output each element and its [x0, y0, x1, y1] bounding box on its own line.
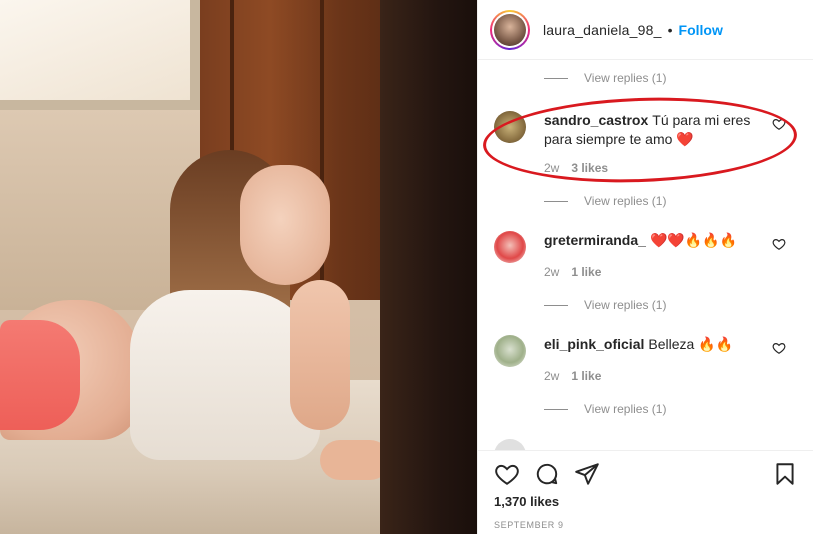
commenter-avatar[interactable]	[494, 439, 526, 450]
view-replies-label: View replies (1)	[584, 71, 667, 85]
avatar-inner	[492, 11, 528, 48]
post-header: laura_daniela_98_ • Follow	[478, 0, 813, 60]
photo-arm	[290, 280, 350, 430]
view-replies-link[interactable]: View replies (1)	[544, 71, 666, 85]
commenter-username[interactable]: eli_pink_oficial	[544, 336, 644, 352]
follow-button[interactable]: Follow	[679, 22, 723, 38]
comment-age[interactable]: 2w	[544, 369, 559, 383]
comment-body: gretermiranda_ ❤️❤️🔥🔥🔥	[544, 231, 764, 250]
replies-divider	[544, 77, 568, 79]
post-photo[interactable]	[0, 0, 477, 534]
comment-like-icon[interactable]	[772, 237, 786, 251]
comment-meta: 2w 1 like	[544, 265, 601, 279]
view-replies-label: View replies (1)	[584, 194, 667, 208]
comment-text: ❤️❤️🔥🔥🔥	[649, 232, 738, 248]
comment-icon[interactable]	[534, 461, 560, 487]
view-replies-link[interactable]: View replies (1)	[544, 298, 666, 312]
bookmark-icon[interactable]	[772, 461, 798, 487]
photo-face	[240, 165, 330, 285]
post-likes-count[interactable]: 1,370 likes	[494, 494, 559, 509]
replies-divider	[544, 408, 568, 410]
comment-likes[interactable]: 1 like	[571, 265, 601, 279]
avatar-image	[494, 13, 526, 46]
header-separator: •	[667, 21, 673, 38]
photo-lace	[0, 320, 80, 430]
view-replies-link[interactable]: View replies (1)	[544, 194, 666, 208]
comment-meta: 2w 1 like	[544, 369, 601, 383]
comment-like-icon[interactable]	[772, 341, 786, 355]
comment-text: Belleza 🔥🔥	[648, 336, 734, 352]
replies-divider	[544, 304, 568, 306]
view-replies-label: View replies (1)	[584, 402, 667, 416]
comment-likes[interactable]: 1 like	[571, 369, 601, 383]
commenter-avatar[interactable]	[494, 335, 526, 367]
view-replies-link[interactable]: View replies (1)	[544, 402, 666, 416]
paper-plane-icon[interactable]	[574, 461, 600, 487]
comment-body: eli_pink_oficial Belleza 🔥🔥	[544, 335, 764, 354]
comment-item: gretermiranda_ ❤️❤️🔥🔥🔥 2w 1 like	[494, 231, 804, 301]
comment-age[interactable]: 2w	[544, 265, 559, 279]
photo-window	[0, 0, 200, 110]
view-replies-label: View replies (1)	[584, 298, 667, 312]
commenter-avatar[interactable]	[494, 231, 526, 263]
photo-doorframe	[380, 0, 477, 534]
post-date[interactable]: SEPTEMBER 9	[494, 520, 564, 530]
author-username[interactable]: laura_daniela_98_	[543, 22, 662, 38]
replies-divider	[544, 200, 568, 202]
author-avatar[interactable]	[490, 9, 530, 50]
comment-item: eli_pink_oficial Belleza 🔥🔥 2w 1 like	[494, 335, 804, 405]
commenter-username[interactable]: gretermiranda_	[544, 232, 646, 248]
heart-icon[interactable]	[494, 461, 520, 487]
post-panel: laura_daniela_98_ • Follow View replies …	[477, 0, 813, 534]
post-actions: 1,370 likes SEPTEMBER 9	[478, 450, 813, 534]
